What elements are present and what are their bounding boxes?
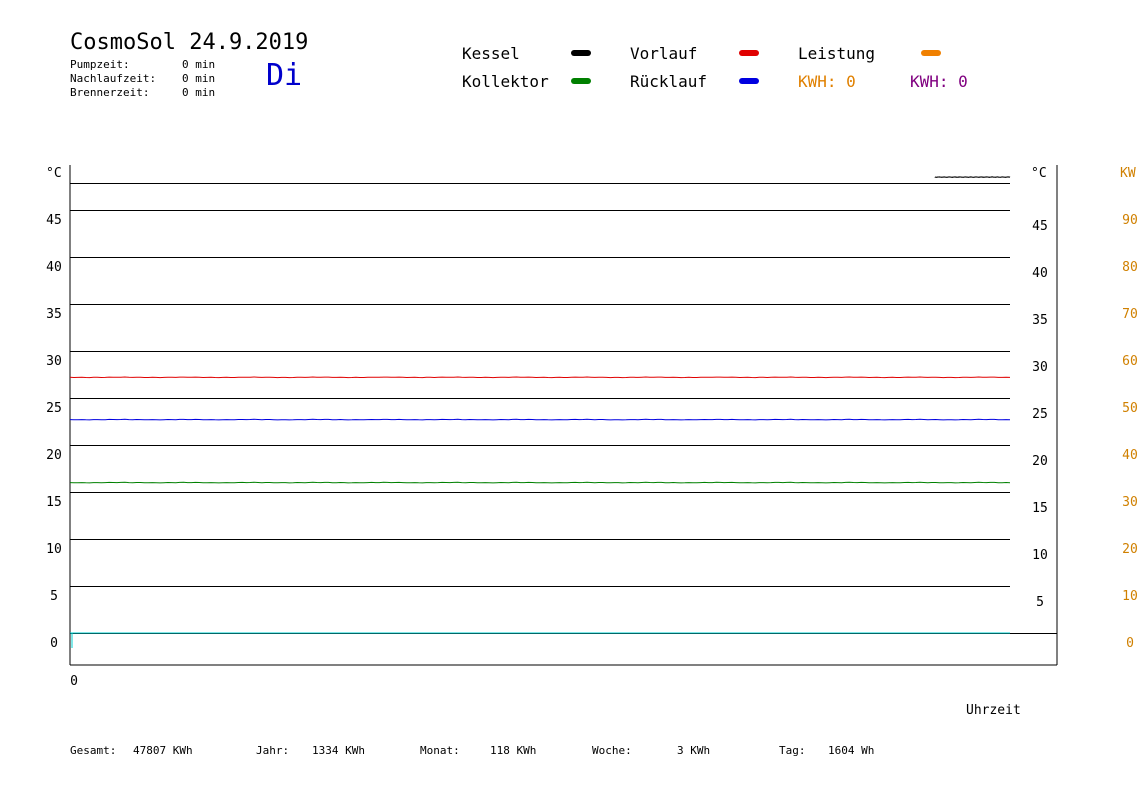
footer-tag-value: 1604 Wh bbox=[828, 744, 875, 757]
kw-tick-label: 50 bbox=[1122, 401, 1138, 416]
kw-tick-label: 0 bbox=[1126, 636, 1134, 651]
footer-gesamt-label: Gesamt: bbox=[70, 744, 117, 757]
y-tick-label-left: 20 bbox=[46, 448, 62, 463]
y-tick-label-left: 5 bbox=[50, 589, 58, 604]
y-tick-label-left: 35 bbox=[46, 307, 62, 322]
series-line-kollektor bbox=[69, 481, 1011, 484]
series-line-rücklauf bbox=[69, 418, 1011, 421]
footer-woche-label: Woche: bbox=[592, 744, 632, 757]
footer-tag-label: Tag: bbox=[779, 744, 806, 757]
kw-tick-label: 40 bbox=[1122, 448, 1138, 463]
kw-tick-label: 20 bbox=[1122, 542, 1138, 557]
y-tick-label-left: 15 bbox=[46, 495, 62, 510]
y-unit-right: °C bbox=[1031, 166, 1047, 181]
x-tick-label: 0 bbox=[70, 674, 78, 689]
y-tick-label-right: 25 bbox=[1032, 407, 1048, 422]
y-tick-label-right: 10 bbox=[1032, 548, 1048, 563]
footer-woche-value: 3 KWh bbox=[677, 744, 711, 757]
y-tick-label-left: 40 bbox=[46, 260, 62, 275]
footer-jahr-value: 1334 KWh bbox=[312, 744, 365, 757]
y-tick-label-right: 5 bbox=[1036, 595, 1044, 610]
footer-jahr-label: Jahr: bbox=[256, 744, 290, 757]
kw-tick-label: 60 bbox=[1122, 354, 1138, 369]
y-tick-label-right: 40 bbox=[1032, 266, 1048, 281]
kw-tick-label: 80 bbox=[1122, 260, 1138, 275]
y-tick-label-right: 30 bbox=[1032, 360, 1048, 375]
kw-tick-label: 90 bbox=[1122, 213, 1138, 228]
footer-monat-value: 118 KWh bbox=[490, 744, 537, 757]
kw-unit: KW bbox=[1120, 166, 1136, 181]
y-tick-label-left: 10 bbox=[46, 542, 62, 557]
y-tick-label-right: 35 bbox=[1032, 313, 1048, 328]
footer-monat-label: Monat: bbox=[420, 744, 460, 757]
kw-tick-label: 70 bbox=[1122, 307, 1138, 322]
footer-gesamt-value: 47807 KWh bbox=[133, 744, 193, 757]
y-tick-label-left: 30 bbox=[46, 354, 62, 369]
temperature-chart: 0 5 5 10 10 15 15 20 20 25 25 30 30 35 35 40 40 45 45 0 10 20… bbox=[46, 165, 1138, 718]
y-tick-label-left: 45 bbox=[46, 213, 62, 228]
y-tick-label-left: 25 bbox=[46, 401, 62, 416]
y-tick-label-right: 20 bbox=[1032, 454, 1048, 469]
y-tick-label-left: 0 bbox=[50, 636, 58, 651]
y-tick-label-right: 45 bbox=[1032, 219, 1048, 234]
series-line-vorlauf bbox=[69, 376, 1011, 379]
y-unit-left: °C bbox=[46, 166, 62, 181]
kw-tick-label: 30 bbox=[1122, 495, 1138, 510]
y-tick-label-right: 15 bbox=[1032, 501, 1048, 516]
x-axis-label: Uhrzeit bbox=[966, 703, 1021, 718]
series-line-kessel bbox=[934, 176, 1011, 179]
kw-tick-label: 10 bbox=[1122, 589, 1138, 604]
